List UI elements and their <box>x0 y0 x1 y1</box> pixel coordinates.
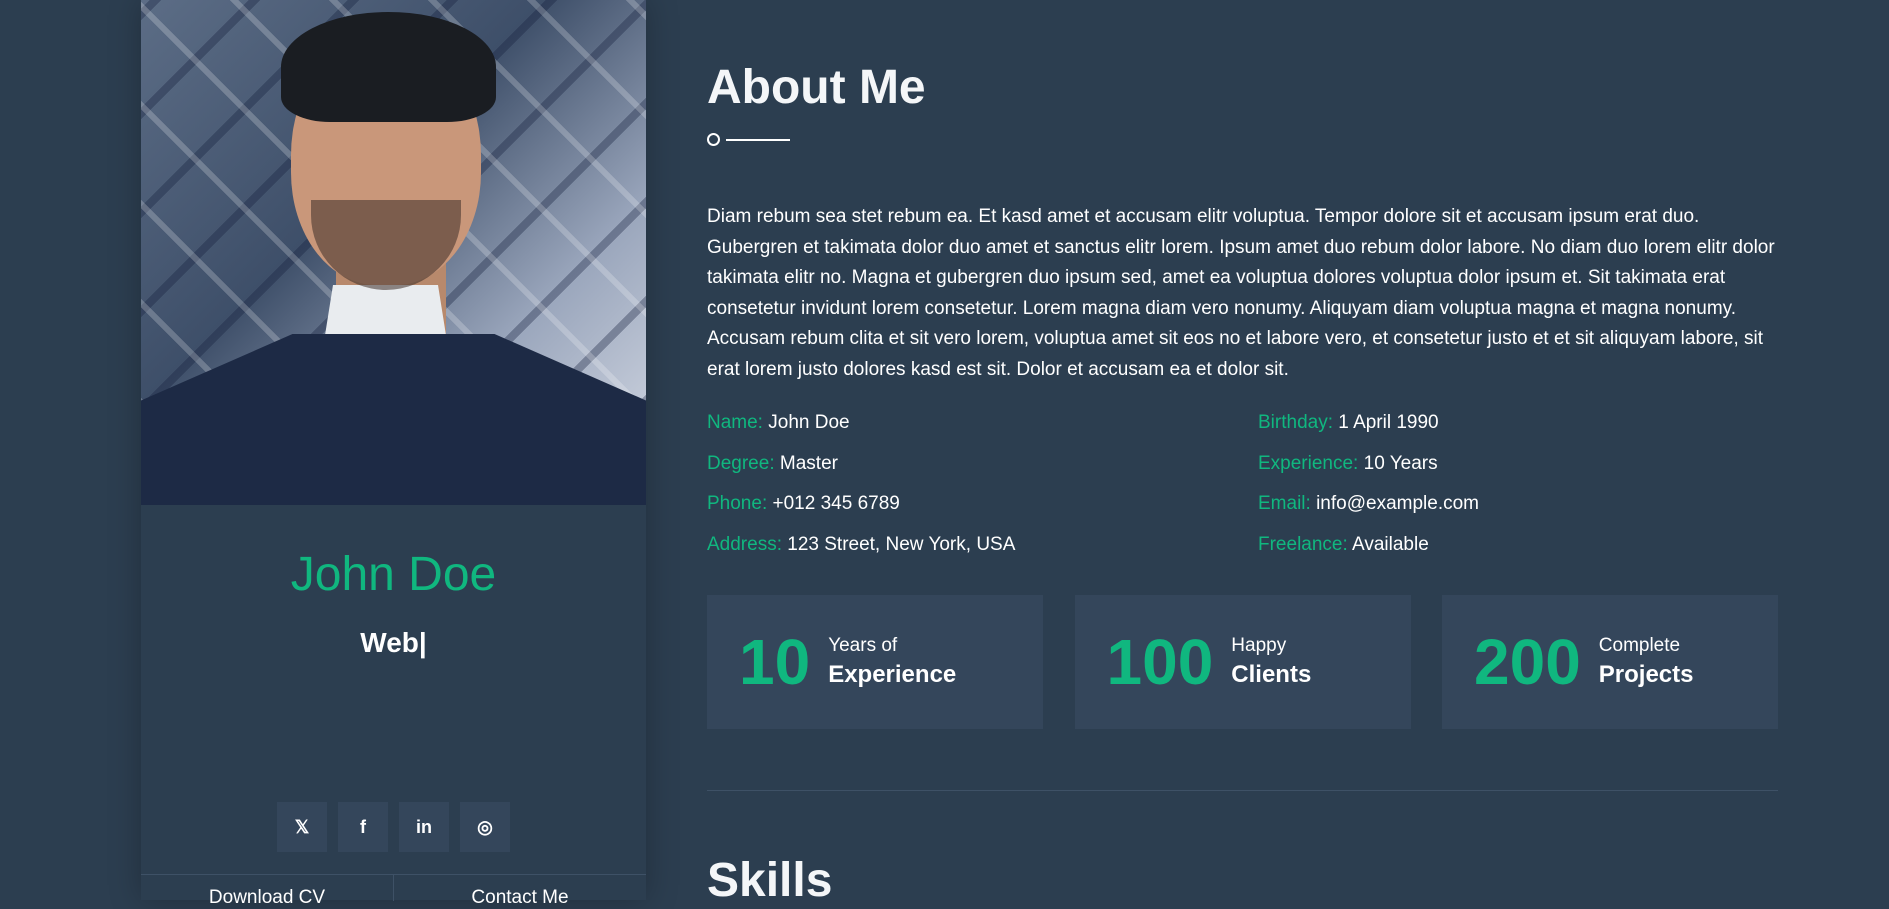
decoration-line <box>726 138 790 141</box>
stat-number: 100 <box>1106 626 1214 698</box>
twitter-icon-glyph: 𝕏 <box>294 816 310 837</box>
section-title-about: About Me <box>707 61 926 114</box>
decoration-circle <box>707 133 720 146</box>
about-paragraph: Diam rebum sea stet rebum ea. Et kasd am… <box>707 206 1775 380</box>
stat-label-top: Years of <box>828 634 898 656</box>
profile-photo <box>141 0 646 505</box>
info-key: Freelance: <box>1258 533 1348 555</box>
profile-sidebar: John Doe Web| 𝕏 f in ◎ Download CV Conta… <box>141 0 646 908</box>
section-title-skills: Skills <box>707 854 833 907</box>
info-key: Degree: <box>707 452 775 474</box>
social-links: 𝕏 f in ◎ <box>141 802 646 852</box>
info-email: Email: info@example.com <box>1258 491 1778 516</box>
info-name: Name: John Doe <box>707 410 1258 435</box>
info-value: +012 345 6789 <box>772 493 900 514</box>
info-freelance: Freelance: Available <box>1258 532 1778 557</box>
info-value: 10 Years <box>1363 452 1438 474</box>
info-key: Experience: <box>1258 452 1359 474</box>
profile-role: Web| <box>360 627 427 658</box>
info-experience: Experience: 10 Years <box>1258 451 1778 476</box>
info-birthday: Birthday: 1 April 1990 <box>1258 410 1778 435</box>
facebook-icon[interactable]: f <box>338 802 388 852</box>
stat-label-bottom: Projects <box>1598 660 1694 688</box>
stat-card-experience: 10 Years of Experience <box>707 595 1043 729</box>
info-key: Name: <box>707 412 763 433</box>
contact-me-button[interactable]: Contact Me <box>394 875 646 908</box>
twitter-icon[interactable]: 𝕏 <box>277 802 327 852</box>
stat-labels: Complete Projects <box>1599 635 1694 690</box>
info-value: Master <box>779 452 838 474</box>
info-value: Available <box>1352 533 1429 555</box>
info-key: Birthday: <box>1258 412 1333 433</box>
personal-info-grid: Name: John Doe Birthday: 1 April 1990 De… <box>707 410 1778 557</box>
instagram-icon[interactable]: ◎ <box>460 802 510 852</box>
stat-number: 10 <box>739 626 811 698</box>
info-value: 1 April 1990 <box>1338 412 1439 433</box>
stat-label-top: Complete <box>1598 634 1681 656</box>
download-cv-button[interactable]: Download CV <box>141 875 394 908</box>
linkedin-icon-glyph: in <box>416 816 432 837</box>
section-divider <box>707 790 1778 791</box>
linkedin-icon[interactable]: in <box>399 802 449 852</box>
info-key: Email: <box>1258 493 1311 514</box>
stat-labels: Years of Experience <box>828 635 956 690</box>
info-value: John Doe <box>768 412 850 433</box>
stat-card-projects: 200 Complete Projects <box>1442 595 1778 729</box>
stat-card-clients: 100 Happy Clients <box>1074 595 1411 729</box>
stat-label-top: Happy <box>1231 634 1287 656</box>
instagram-icon-glyph: ◎ <box>477 816 493 837</box>
stat-label-bottom: Clients <box>1231 660 1312 688</box>
profile-name: John Doe <box>290 548 497 601</box>
info-value: 123 Street, New York, USA <box>787 533 1016 555</box>
facebook-icon-glyph: f <box>360 816 366 837</box>
profile-actions: Download CV Contact Me <box>141 874 646 908</box>
about-section: About Me Diam rebum sea stet rebum ea. E… <box>707 0 1778 907</box>
info-degree: Degree: Master <box>707 451 1258 476</box>
photo-hair <box>281 12 496 122</box>
info-phone: Phone: +012 345 6789 <box>707 491 1258 516</box>
stat-number: 200 <box>1474 626 1581 698</box>
info-key: Phone: <box>707 493 768 514</box>
info-key: Address: <box>707 533 782 555</box>
title-decoration <box>707 133 790 146</box>
stats-row: 10 Years of Experience 100 Happy Clients… <box>707 595 1778 729</box>
stat-label-bottom: Experience <box>828 660 957 688</box>
info-value: info@example.com <box>1316 493 1479 514</box>
stat-labels: Happy Clients <box>1231 635 1311 690</box>
info-address: Address: 123 Street, New York, USA <box>707 532 1258 557</box>
